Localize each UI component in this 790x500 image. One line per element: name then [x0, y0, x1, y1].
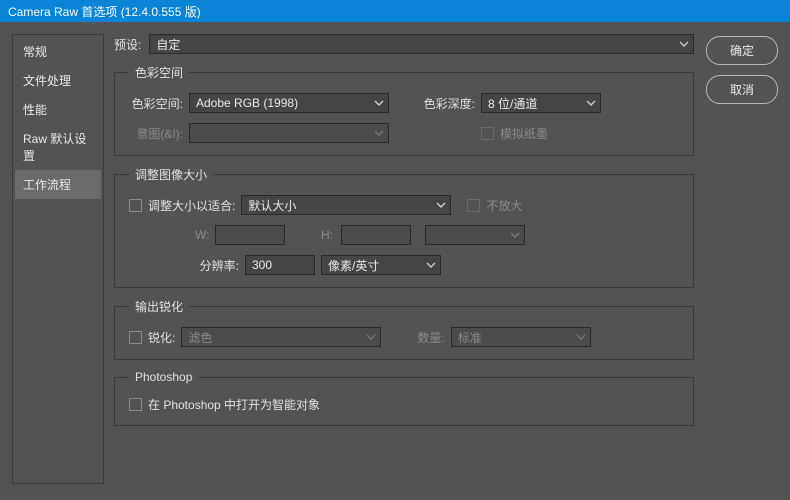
cancel-button[interactable]: 取消: [706, 75, 778, 104]
intent-label: 意图(&I):: [129, 125, 183, 142]
width-label: W:: [195, 228, 209, 242]
resize-legend: 调整图像大小: [129, 166, 213, 183]
sharpen-value: 滤色: [188, 329, 212, 346]
resolution-unit-select[interactable]: 像素/英寸: [321, 255, 441, 275]
sidebar-item-performance[interactable]: 性能: [15, 95, 101, 124]
colorspace-group: 色彩空间 色彩空间: Adobe RGB (1998) 色彩深度: 8 位/通道…: [114, 64, 694, 156]
chevron-down-icon: [586, 98, 596, 108]
resize-group: 调整图像大小 调整大小以适合: 默认大小 不放大 W: H:: [114, 166, 694, 288]
wh-unit-select: [425, 225, 525, 245]
main-panel: 预设: 自定 色彩空间 色彩空间: Adobe RGB (1998) 色彩深度:…: [114, 34, 696, 488]
sidebar-item-label: 文件处理: [23, 74, 71, 88]
no-enlarge-label: 不放大: [486, 197, 522, 214]
resolution-input[interactable]: 300: [245, 255, 315, 275]
sharpen-legend: 输出锐化: [129, 298, 189, 315]
sidebar-item-label: 性能: [23, 103, 47, 117]
resize-fit-checkbox[interactable]: [129, 199, 142, 212]
chevron-down-icon: [366, 332, 376, 342]
preset-value: 自定: [156, 36, 180, 53]
open-smartobject-checkbox[interactable]: [129, 398, 142, 411]
sidebar-item-workflow[interactable]: 工作流程: [15, 170, 101, 199]
titlebar: Camera Raw 首选项 (12.4.0.555 版): [0, 0, 790, 22]
colorspace-value: Adobe RGB (1998): [196, 96, 298, 110]
sharpen-select: 滤色: [181, 327, 381, 347]
colorspace-label: 色彩空间:: [129, 95, 183, 112]
preset-label: 预设:: [114, 36, 141, 53]
sharpen-group: 输出锐化 锐化: 滤色 数量: 标准: [114, 298, 694, 360]
preset-select[interactable]: 自定: [149, 34, 694, 54]
sidebar: 常规 文件处理 性能 Raw 默认设置 工作流程: [12, 34, 104, 484]
chevron-down-icon: [374, 98, 384, 108]
chevron-down-icon: [679, 39, 689, 49]
resolution-unit-value: 像素/英寸: [328, 257, 379, 274]
sharpen-checkbox[interactable]: [129, 331, 142, 344]
chevron-down-icon: [374, 128, 384, 138]
photoshop-legend: Photoshop: [129, 370, 198, 384]
amount-value: 标准: [458, 329, 482, 346]
sidebar-item-filehandling[interactable]: 文件处理: [15, 66, 101, 95]
simulate-paper-label: 模拟纸墨: [500, 125, 548, 142]
sidebar-item-general[interactable]: 常规: [15, 37, 101, 66]
photoshop-group: Photoshop 在 Photoshop 中打开为智能对象: [114, 370, 694, 426]
height-label: H:: [321, 228, 335, 242]
chevron-down-icon: [576, 332, 586, 342]
depth-select[interactable]: 8 位/通道: [481, 93, 601, 113]
height-input: [341, 225, 411, 245]
simulate-paper-checkbox: [481, 127, 494, 140]
intent-select: [189, 123, 389, 143]
sharpen-label: 锐化:: [148, 329, 175, 346]
chevron-down-icon: [510, 230, 520, 240]
width-input: [215, 225, 285, 245]
sidebar-item-rawdefaults[interactable]: Raw 默认设置: [15, 124, 101, 170]
resolution-label: 分辨率:: [195, 257, 239, 274]
amount-select: 标准: [451, 327, 591, 347]
resize-fit-value: 默认大小: [248, 197, 296, 214]
colorspace-select[interactable]: Adobe RGB (1998): [189, 93, 389, 113]
resize-fit-label: 调整大小以适合:: [148, 197, 235, 214]
ok-button[interactable]: 确定: [706, 36, 778, 65]
no-enlarge-checkbox: [467, 199, 480, 212]
open-smartobject-label: 在 Photoshop 中打开为智能对象: [148, 396, 320, 413]
amount-label: 数量:: [417, 329, 444, 346]
sidebar-item-label: 常规: [23, 45, 47, 59]
sidebar-item-label: Raw 默认设置: [23, 132, 86, 163]
window-title: Camera Raw 首选项 (12.4.0.555 版): [8, 3, 201, 20]
resize-fit-select[interactable]: 默认大小: [241, 195, 451, 215]
chevron-down-icon: [436, 200, 446, 210]
depth-value: 8 位/通道: [488, 95, 537, 112]
depth-label: 色彩深度:: [415, 95, 475, 112]
sidebar-item-label: 工作流程: [23, 178, 71, 192]
chevron-down-icon: [426, 260, 436, 270]
colorspace-legend: 色彩空间: [129, 64, 189, 81]
